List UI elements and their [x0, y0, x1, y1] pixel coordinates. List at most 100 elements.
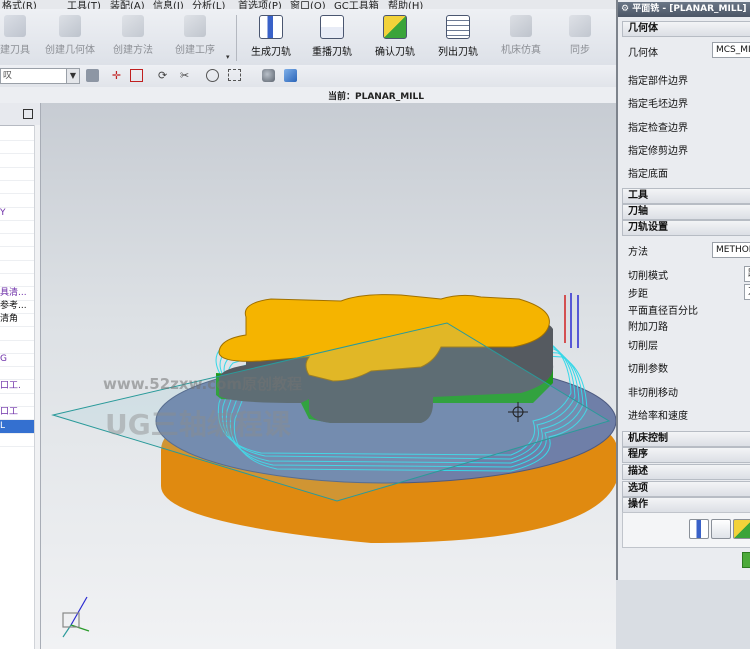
circle-select-icon[interactable] [206, 69, 219, 82]
filter-icon[interactable] [86, 69, 99, 82]
flat-diameter-percent-label: 平面直径百分比 [628, 306, 698, 317]
cutting-parameters-button[interactable]: 切削参数 [628, 360, 668, 375]
status-line: 当前：PLANAR_MILL [0, 87, 616, 104]
geometry-label: 几何体 [628, 48, 658, 59]
navigator-row[interactable] [0, 194, 36, 208]
navigator-row[interactable] [0, 340, 36, 354]
watermark-url: www.52zxw.com原创教程 [103, 375, 303, 393]
method-select[interactable]: METHOD [712, 242, 750, 258]
navigator-scrollbar[interactable] [34, 125, 40, 649]
navigator-row[interactable] [0, 260, 36, 274]
specify-blank-boundary[interactable]: 指定毛坯边界 [628, 95, 688, 110]
synchronize-button[interactable]: 同步 [560, 11, 600, 63]
type-filter-dropdown[interactable]: 叹 ▼ [0, 68, 80, 84]
section-description[interactable]: 描述 [622, 464, 750, 480]
navigator-row[interactable] [0, 167, 36, 181]
snap-point-icon[interactable]: ✛ [110, 69, 123, 82]
toolbar-dropdown-icon[interactable]: ▾ [226, 53, 230, 61]
specify-trim-boundary[interactable]: 指定修剪边界 [628, 142, 688, 157]
non-cutting-moves-button[interactable]: 非切削移动 [628, 384, 678, 399]
machine-simulation-icon [510, 15, 532, 37]
navigator-row[interactable] [0, 180, 36, 195]
section-path-settings[interactable]: 刀轨设置 [622, 220, 750, 236]
wcs-triad-icon [62, 596, 90, 638]
actions-panel [622, 512, 750, 548]
intersect-icon[interactable]: ✂ [180, 69, 193, 82]
maximize-icon[interactable] [23, 109, 33, 119]
specify-floor[interactable]: 指定底面 [628, 165, 668, 180]
section-options[interactable]: 选项 [622, 481, 750, 497]
dialog-title: 平面铣 - [PLANAR_MILL] [632, 4, 747, 14]
create-geometry-icon [59, 15, 81, 37]
selection-toolbar: 叹 ▼ ✛ ⟳ ✂ [0, 65, 616, 88]
verify-toolpath-icon [383, 15, 407, 39]
cut-mode-label: 切削模式 [628, 271, 668, 282]
navigator-header [0, 103, 40, 126]
view-cube-icon[interactable] [284, 69, 297, 82]
specify-check-boundary[interactable]: 指定检查边界 [628, 119, 688, 134]
list-toolpath-button[interactable]: 列出刀轨 [431, 11, 485, 63]
navigator-row[interactable]: 口工 [0, 406, 36, 421]
navigator-row[interactable]: 参考... [0, 300, 36, 314]
create-tool-icon [4, 15, 26, 37]
navigator-row[interactable] [0, 433, 36, 447]
navigator-row[interactable] [0, 154, 36, 168]
navigator-row[interactable]: 口工. [0, 380, 36, 394]
section-program[interactable]: 程序 [622, 447, 750, 463]
navigator-row[interactable] [0, 127, 36, 141]
stepover-select[interactable]: 刀 [744, 284, 750, 300]
watermark-title: UG三轴编程课 [105, 408, 291, 441]
create-tool-button[interactable]: 建刀具 [0, 11, 34, 63]
operation-navigator: Y 具清... 参考... 清角 G 口工. 口工 L [0, 103, 41, 649]
method-label: 方法 [628, 247, 648, 258]
navigator-row[interactable]: 具清... [0, 287, 36, 301]
feeds-speeds-button[interactable]: 进给率和速度 [628, 407, 688, 422]
planar-mill-dialog: ⚙ 平面铣 - [PLANAR_MILL] 几何体 几何体 MCS_MILL 指… [616, 0, 750, 580]
cut-mode-select[interactable]: 跟 [744, 266, 750, 282]
navigator-row[interactable]: G [0, 353, 36, 368]
navigator-row[interactable] [0, 140, 36, 155]
verify-icon[interactable] [733, 519, 750, 539]
stepover-label: 步距 [628, 289, 648, 300]
navigator-row[interactable]: L [0, 419, 36, 434]
generate-toolpath-button[interactable]: 生成刀轨 [244, 11, 298, 63]
select-box-icon[interactable] [130, 69, 143, 82]
verify-toolpath-button[interactable]: 确认刀轨 [368, 11, 422, 63]
gear-icon[interactable]: ⚙ [618, 4, 629, 14]
geometry-select[interactable]: MCS_MILL [712, 42, 750, 58]
section-actions[interactable]: 操作 [622, 497, 750, 513]
navigator-row[interactable]: Y [0, 207, 36, 221]
section-tool[interactable]: 工具 [622, 188, 750, 204]
replay-icon[interactable] [711, 519, 731, 539]
graphics-viewport[interactable]: www.52zxw.com原创教程 UG三轴编程课 [41, 103, 616, 649]
synchronize-icon [569, 15, 591, 37]
shaded-view-icon[interactable] [262, 69, 275, 82]
cut-levels-button[interactable]: 切削层 [628, 337, 658, 352]
navigator-row[interactable] [0, 366, 36, 381]
chevron-down-icon: ▼ [66, 69, 79, 83]
navigator-row[interactable]: 清角 [0, 313, 36, 328]
section-tool-axis[interactable]: 刀轴 [622, 204, 750, 220]
list-toolpath-icon [446, 15, 470, 39]
create-method-button[interactable]: 创建方法 [106, 11, 160, 63]
navigator-row[interactable] [0, 327, 36, 341]
navigator-row[interactable] [0, 247, 36, 261]
machine-simulation-button[interactable]: 机床仿真 [494, 11, 548, 63]
generate-icon[interactable] [689, 519, 709, 539]
navigator-row[interactable] [0, 393, 36, 407]
navigator-row[interactable] [0, 273, 36, 288]
curve-rule-icon[interactable]: ⟳ [158, 69, 171, 82]
replay-toolpath-button[interactable]: 重播刀轨 [305, 11, 359, 63]
create-method-icon [122, 15, 144, 37]
create-geometry-button[interactable]: 创建几何体 [40, 11, 100, 63]
rectangle-select-icon[interactable] [228, 69, 241, 81]
navigator-row[interactable] [0, 233, 36, 248]
ok-button[interactable] [742, 552, 750, 568]
section-machine-control[interactable]: 机床控制 [622, 431, 750, 447]
specify-part-boundary[interactable]: 指定部件边界 [628, 72, 688, 87]
section-geometry[interactable]: 几何体 [622, 21, 750, 37]
tool-axis-marker [570, 293, 579, 348]
create-operation-button[interactable]: 创建工序 [168, 11, 222, 63]
replay-toolpath-icon [320, 15, 344, 39]
navigator-row[interactable] [0, 220, 36, 235]
